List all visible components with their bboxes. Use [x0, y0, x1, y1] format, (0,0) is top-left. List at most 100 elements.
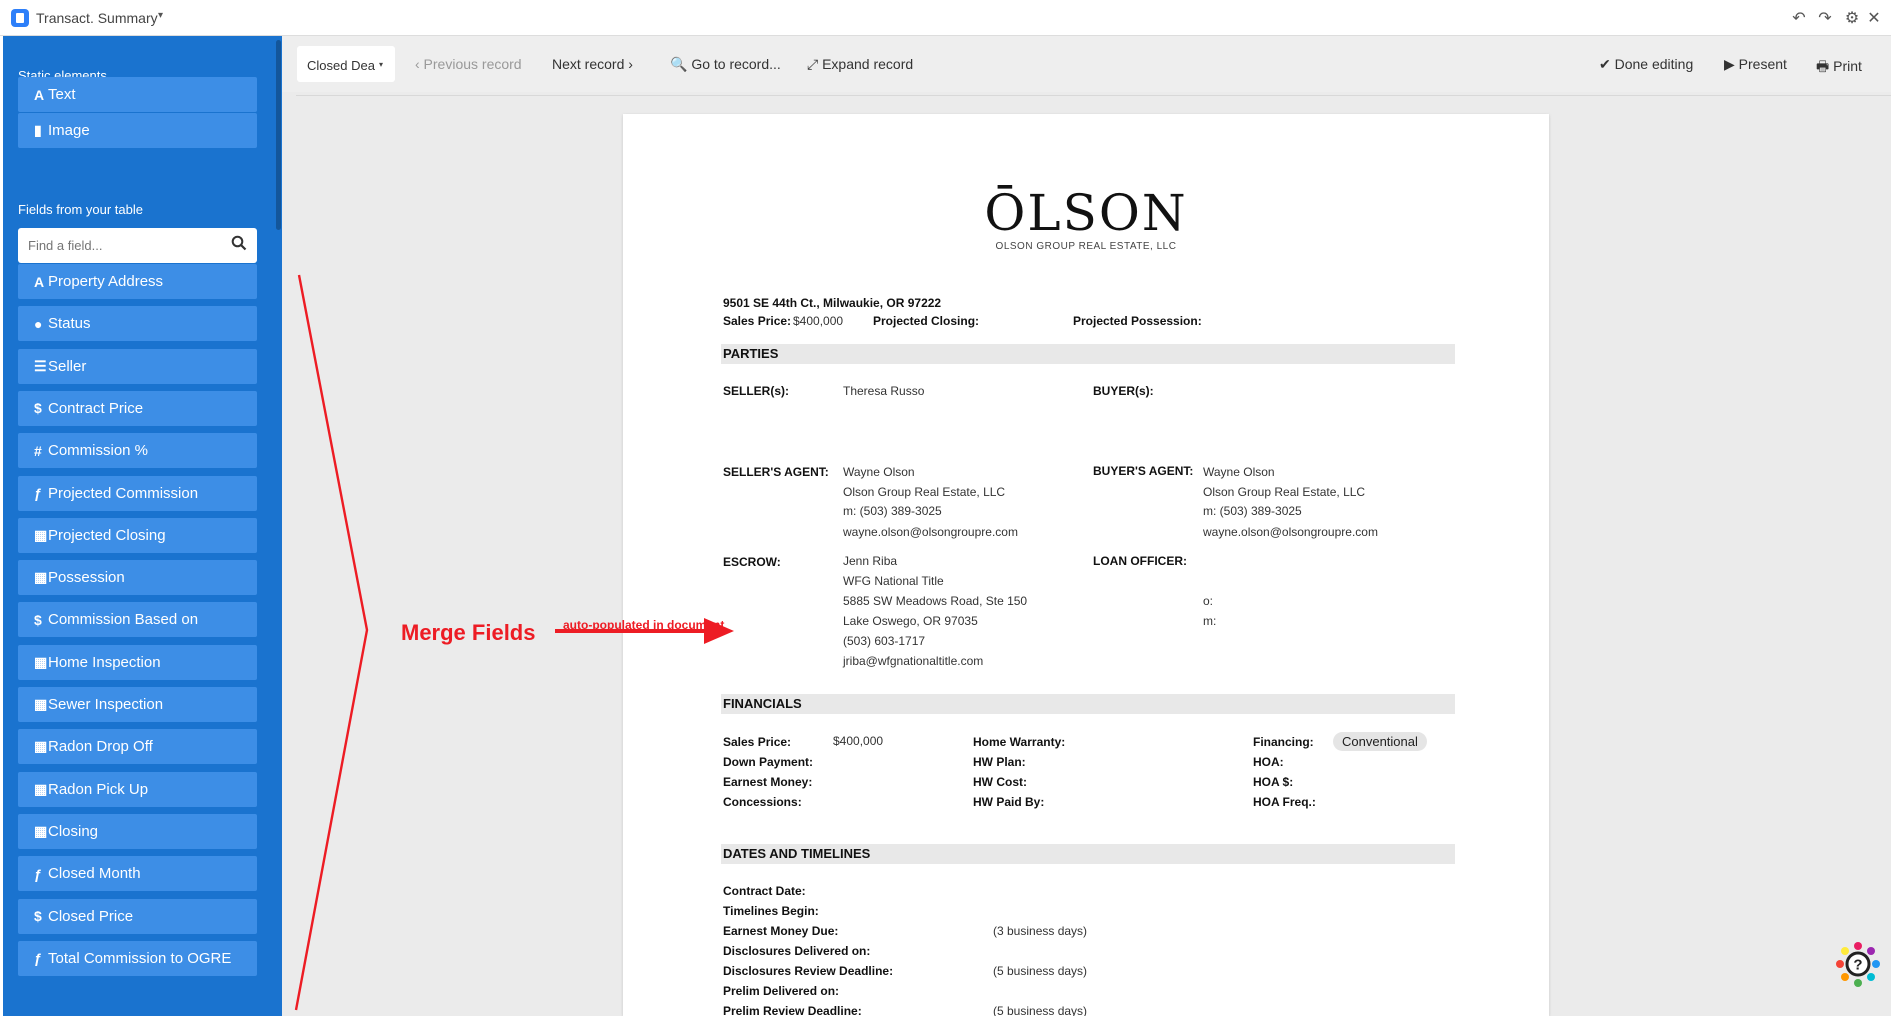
- field-item-property-address[interactable]: A Property Address: [18, 264, 257, 299]
- buyers-agent-label: BUYER'S AGENT:: [1093, 464, 1194, 478]
- field-item-projected-closing[interactable]: ▦ Projected Closing: [18, 517, 257, 553]
- field-item-label: Closing: [48, 822, 99, 840]
- go-to-record-button[interactable]: 🔍 Go to record...: [670, 56, 781, 73]
- financial-label: HW Plan:: [973, 755, 1026, 769]
- field-type-icon: ▦: [34, 526, 48, 543]
- escrow-name: Jenn Riba: [843, 554, 898, 568]
- field-item-label: Radon Pick Up: [48, 780, 149, 798]
- financing-pill: Conventional: [1333, 732, 1427, 751]
- field-item-label: Property Address: [48, 273, 164, 290]
- field-item-projected-commission[interactable]: ƒ Projected Commission: [18, 475, 257, 511]
- field-item-label: Closed Month: [48, 865, 141, 883]
- sellers-agent-company: Olson Group Real Estate, LLC: [843, 485, 1006, 499]
- field-type-icon: #: [34, 442, 42, 459]
- find-field-input[interactable]: [18, 228, 257, 263]
- buyers-agent-name: Wayne Olson: [1203, 465, 1275, 479]
- field-type-icon: ƒ: [34, 485, 42, 501]
- field-item-total-commission-to-ogre[interactable]: ƒ Total Commission to OGRE: [18, 940, 257, 976]
- search-icon[interactable]: [231, 235, 247, 251]
- toolbar: Closed Dea ▾ ‹ Previous record Next reco…: [282, 36, 1891, 92]
- field-item-contract-price[interactable]: $ Contract Price: [18, 390, 257, 426]
- field-item-label: Contract Price: [48, 399, 144, 417]
- merge-fields-brace: [294, 274, 734, 1011]
- financial-label: Home Warranty:: [973, 735, 1066, 749]
- field-item-label: Closed Price: [48, 907, 134, 925]
- escrow-city: Lake Oswego, OR 97035: [843, 614, 978, 628]
- financing-value: Conventional: [1333, 732, 1427, 751]
- date-note: (5 business days): [993, 964, 1088, 978]
- field-type-icon: ▦: [34, 780, 48, 797]
- field-type-icon: $: [34, 611, 42, 628]
- undo-icon[interactable]: ↶: [1789, 8, 1809, 28]
- projected-closing-label: Projected Closing:: [873, 314, 980, 328]
- logo-subtitle: OLSON GROUP REAL ESTATE, LLC: [995, 241, 1177, 252]
- present-button[interactable]: ▶ Present: [1724, 56, 1787, 73]
- field-type-icon: ƒ: [34, 865, 42, 882]
- field-item-seller[interactable]: ☰ Seller: [18, 348, 257, 384]
- print-button[interactable]: 🖶 Print: [1816, 56, 1862, 80]
- done-editing-button[interactable]: ✔ Done editing: [1599, 56, 1693, 73]
- title-dropdown-caret[interactable]: ▾: [158, 10, 163, 21]
- field-item-label: Total Commission to OGRE: [48, 949, 232, 967]
- field-type-icon: ☰: [34, 357, 47, 374]
- help-icon[interactable]: ?: [1833, 940, 1883, 990]
- static-item-label: Image: [48, 122, 90, 139]
- static-item-text[interactable]: A Text: [18, 77, 257, 112]
- loan-officer-label: LOAN OFFICER:: [1093, 554, 1187, 568]
- field-item-closed-price[interactable]: $ Closed Price: [18, 898, 257, 934]
- field-type-icon: ▦: [34, 696, 48, 712]
- app-icon: [11, 9, 29, 27]
- dates-section-header: DATES AND TIMELINES: [721, 844, 1455, 864]
- parties-section-header: PARTIES: [721, 344, 1455, 364]
- field-type-icon: ƒ: [34, 950, 42, 967]
- field-type-icon: ▦: [34, 738, 48, 755]
- divider: [296, 95, 1891, 96]
- field-item-radon-drop-off[interactable]: ▦ Radon Drop Off: [18, 729, 257, 765]
- sidebar-scrollbar[interactable]: [276, 40, 281, 230]
- chevron-down-icon[interactable]: ▾: [379, 60, 383, 69]
- field-item-home-inspection[interactable]: ▦ Home Inspection: [18, 644, 257, 680]
- field-item-radon-pick-up[interactable]: ▦ Radon Pick Up: [18, 771, 257, 807]
- field-item-closed-month[interactable]: ƒ Closed Month: [18, 856, 257, 892]
- sellers-agent-phone: m: (503) 389-3025: [843, 504, 942, 518]
- field-item-commission-based-on[interactable]: $ Commission Based on: [18, 602, 257, 638]
- field-type-icon: $: [34, 908, 42, 924]
- close-icon[interactable]: ✕: [1864, 8, 1884, 28]
- financial-label: HW Paid By:: [973, 795, 1045, 809]
- expand-record-button[interactable]: ⤢ Expand record: [807, 56, 913, 73]
- sellers-agent-name: Wayne Olson: [843, 465, 915, 479]
- field-item-sewer-inspection[interactable]: ▦ Sewer Inspection: [18, 687, 257, 722]
- projected-possession-label: Projected Possession:: [1073, 314, 1202, 328]
- field-item-commission[interactable]: # Commission %: [18, 433, 257, 469]
- field-item-possession[interactable]: ▦ Possession: [18, 560, 257, 596]
- field-item-label: Seller: [48, 357, 87, 375]
- financial-label: HOA $:: [1253, 775, 1294, 789]
- buyers-label: BUYER(s):: [1093, 384, 1154, 398]
- field-item-label: Radon Drop Off: [48, 738, 153, 756]
- field-item-label: Home Inspection: [48, 653, 161, 671]
- field-item-label: Projected Commission: [48, 484, 199, 502]
- field-item-label: Possession: [48, 569, 125, 587]
- seller-name: Theresa Russo: [843, 384, 925, 398]
- static-item-label: Text: [48, 86, 76, 103]
- sellers-agent-email: wayne.olson@olsongroupre.com: [843, 525, 1018, 539]
- financials-section-header: FINANCIALS: [721, 694, 1455, 714]
- field-item-status[interactable]: ● Status: [18, 306, 257, 342]
- loan-officer-mobile: m:: [1203, 614, 1217, 628]
- auto-populated-label: auto-populated in document: [563, 618, 725, 632]
- buyers-agent-company: Olson Group Real Estate, LLC: [1203, 485, 1366, 499]
- field-item-label: Commission Based on: [48, 611, 199, 629]
- escrow-email: jriba@wfgnationaltitle.com: [843, 654, 984, 668]
- redo-icon[interactable]: ↷: [1815, 8, 1835, 28]
- field-type-icon: ▮: [34, 122, 42, 138]
- next-record-button[interactable]: Next record ›: [552, 56, 633, 72]
- field-type-icon: ●: [34, 315, 43, 332]
- app-title[interactable]: Transact. Summary: [36, 10, 158, 26]
- gear-icon[interactable]: ⚙: [1842, 8, 1862, 28]
- field-item-label: Commission %: [48, 442, 149, 460]
- date-note: (5 business days): [993, 1004, 1088, 1016]
- sidebar: Static elements A Text ▮ Image Fields from …: [3, 36, 282, 1016]
- field-item-closing[interactable]: ▦ Closing: [18, 813, 257, 849]
- static-item-image[interactable]: ▮ Image: [18, 113, 257, 148]
- previous-record-button[interactable]: ‹ Previous record: [415, 56, 522, 72]
